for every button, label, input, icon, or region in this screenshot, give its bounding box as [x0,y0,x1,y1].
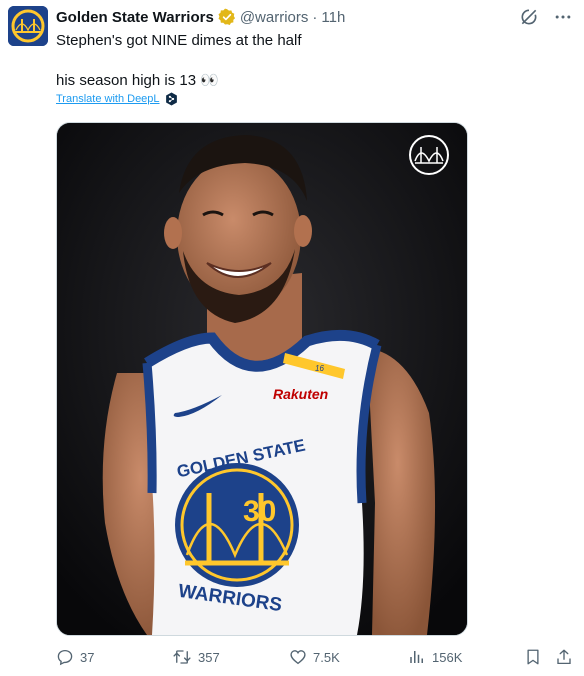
avatar[interactable] [8,6,48,46]
like-count: 7.5K [313,649,340,665]
grok-icon[interactable] [518,6,540,28]
jersey-number: 30 [243,495,276,528]
reply-count: 37 [80,649,95,665]
deepl-icon [165,92,178,106]
retweet-count: 357 [198,649,220,665]
author-name[interactable]: Golden State Warriors [56,9,214,26]
team-logo-icon [8,6,48,46]
strap-number: 16 [315,364,324,373]
views-button[interactable]: 156K [408,648,462,666]
like-button[interactable]: 7.5K [289,648,340,666]
share-icon [557,649,571,665]
translate-link[interactable]: Translate with DeepL [56,92,178,106]
verified-badge-icon[interactable] [218,8,236,26]
tweet-header: Golden State Warriors @warriors · 11h [56,7,514,27]
more-icon[interactable] [552,6,574,28]
retweet-button[interactable]: 357 [172,648,220,666]
separator-dot: · [312,8,318,26]
bookmark-button[interactable] [524,648,542,666]
tweet-text-line-2: his season high is 13 👀 [56,72,219,89]
player-photo: 16 Rakuten 30 GOLDEN STATE WARRIORS [57,123,467,635]
reply-button[interactable]: 37 [56,648,94,666]
top-actions [518,6,574,28]
share-button[interactable] [555,648,573,666]
bookmark-icon [527,649,539,665]
jersey-sponsor: Rakuten [273,386,328,402]
tweet-time[interactable]: 11h [321,9,345,26]
author-handle[interactable]: @warriors [240,9,309,26]
tweet-media[interactable]: 16 Rakuten 30 GOLDEN STATE WARRIORS [56,122,468,636]
reply-icon [57,649,73,666]
tweet-text-line-1: Stephen's got NINE dimes at the half [56,32,302,49]
retweet-icon [173,650,191,664]
translate-label: Translate with DeepL [56,93,160,105]
views-icon [410,651,423,663]
action-bar: 37 357 7.5K 156K [56,646,578,668]
tweet-text: Stephen's got NINE dimes at the half his… [56,31,556,91]
view-count: 156K [432,649,463,665]
like-icon [290,650,306,665]
